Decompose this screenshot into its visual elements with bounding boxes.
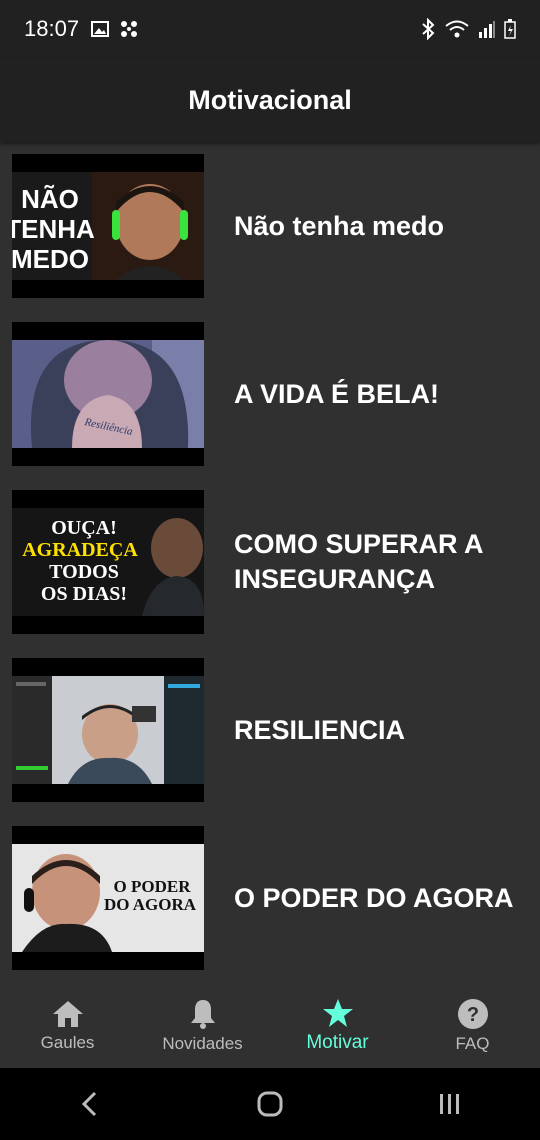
home-button-icon[interactable] — [255, 1089, 285, 1119]
thumbnail-text: TODOS — [49, 561, 119, 583]
system-nav-bar — [0, 1068, 540, 1140]
page-title: Motivacional — [188, 84, 352, 115]
video-title[interactable]: A VIDA É BELA! — [234, 377, 439, 412]
status-bar: 18:07 — [0, 0, 540, 58]
thumbnail-text: TENHA — [12, 214, 95, 244]
list-item[interactable]: Resiliência A VIDA É BELA! — [12, 322, 532, 466]
help-icon: ? — [457, 999, 488, 1029]
nav-label: FAQ — [455, 1034, 490, 1053]
star-icon — [322, 999, 353, 1027]
list-item[interactable]: O PODER DO AGORA O PODER DO AGORA — [12, 826, 532, 970]
video-title[interactable]: RESILIENCIA — [234, 713, 405, 748]
app-bar: Motivacional — [0, 58, 540, 142]
home-icon — [52, 1001, 83, 1027]
thumbnail-text: AGRADEÇA — [22, 539, 138, 561]
status-time: 18:07 — [24, 16, 80, 41]
nav-item-gaules[interactable]: Gaules — [0, 984, 135, 1068]
recents-icon[interactable] — [435, 1089, 465, 1119]
svg-text:?: ? — [466, 1004, 478, 1026]
nav-label: Motivar — [306, 1032, 369, 1053]
thumbnail-text: DO AGORA — [104, 895, 197, 914]
video-thumbnail[interactable]: NÃO TENHA MEDO — [12, 154, 204, 298]
nav-label: Gaules — [40, 1033, 95, 1052]
video-title[interactable]: COMO SUPERAR A INSEGURANÇA — [234, 527, 532, 597]
video-thumbnail[interactable]: O PODER DO AGORA — [12, 826, 204, 970]
bluetooth-icon — [422, 18, 435, 40]
bell-icon — [190, 1000, 215, 1029]
video-list[interactable]: NÃO TENHA MEDO Não tenha medo Resiliênci… — [0, 142, 540, 984]
bottom-nav: Gaules Novidades Motivar ? FAQ — [0, 984, 540, 1068]
video-thumbnail[interactable]: OUÇA! AGRADEÇA TODOS OS DIAS! — [12, 490, 204, 634]
signal-icon — [479, 21, 495, 38]
thumbnail-text: NÃO — [21, 184, 79, 214]
list-item[interactable]: OUÇA! AGRADEÇA TODOS OS DIAS! COMO SUPER… — [12, 490, 532, 634]
list-item[interactable]: RESILIENCIA — [12, 658, 532, 802]
nav-item-motivar[interactable]: Motivar — [270, 984, 405, 1068]
wifi-icon — [445, 20, 469, 38]
nav-label: Novidades — [162, 1034, 243, 1053]
video-title[interactable]: O PODER DO AGORA — [234, 881, 514, 916]
thumbnail-text: OUÇA! — [51, 517, 117, 539]
thumbnail-text: MEDO — [12, 244, 89, 274]
nav-item-novidades[interactable]: Novidades — [135, 984, 270, 1068]
back-icon[interactable] — [75, 1089, 105, 1119]
gallery-icon — [91, 21, 110, 37]
list-item[interactable]: NÃO TENHA MEDO Não tenha medo — [12, 154, 532, 298]
nav-item-faq[interactable]: ? FAQ — [405, 984, 540, 1068]
video-thumbnail[interactable]: Resiliência — [12, 322, 204, 466]
video-title[interactable]: Não tenha medo — [234, 209, 444, 244]
thumbnail-text: OS DIAS! — [41, 583, 127, 605]
video-thumbnail[interactable] — [12, 658, 204, 802]
fan-icon — [121, 21, 138, 37]
thumbnail-text: O PODER — [114, 877, 192, 896]
battery-icon — [504, 19, 516, 39]
